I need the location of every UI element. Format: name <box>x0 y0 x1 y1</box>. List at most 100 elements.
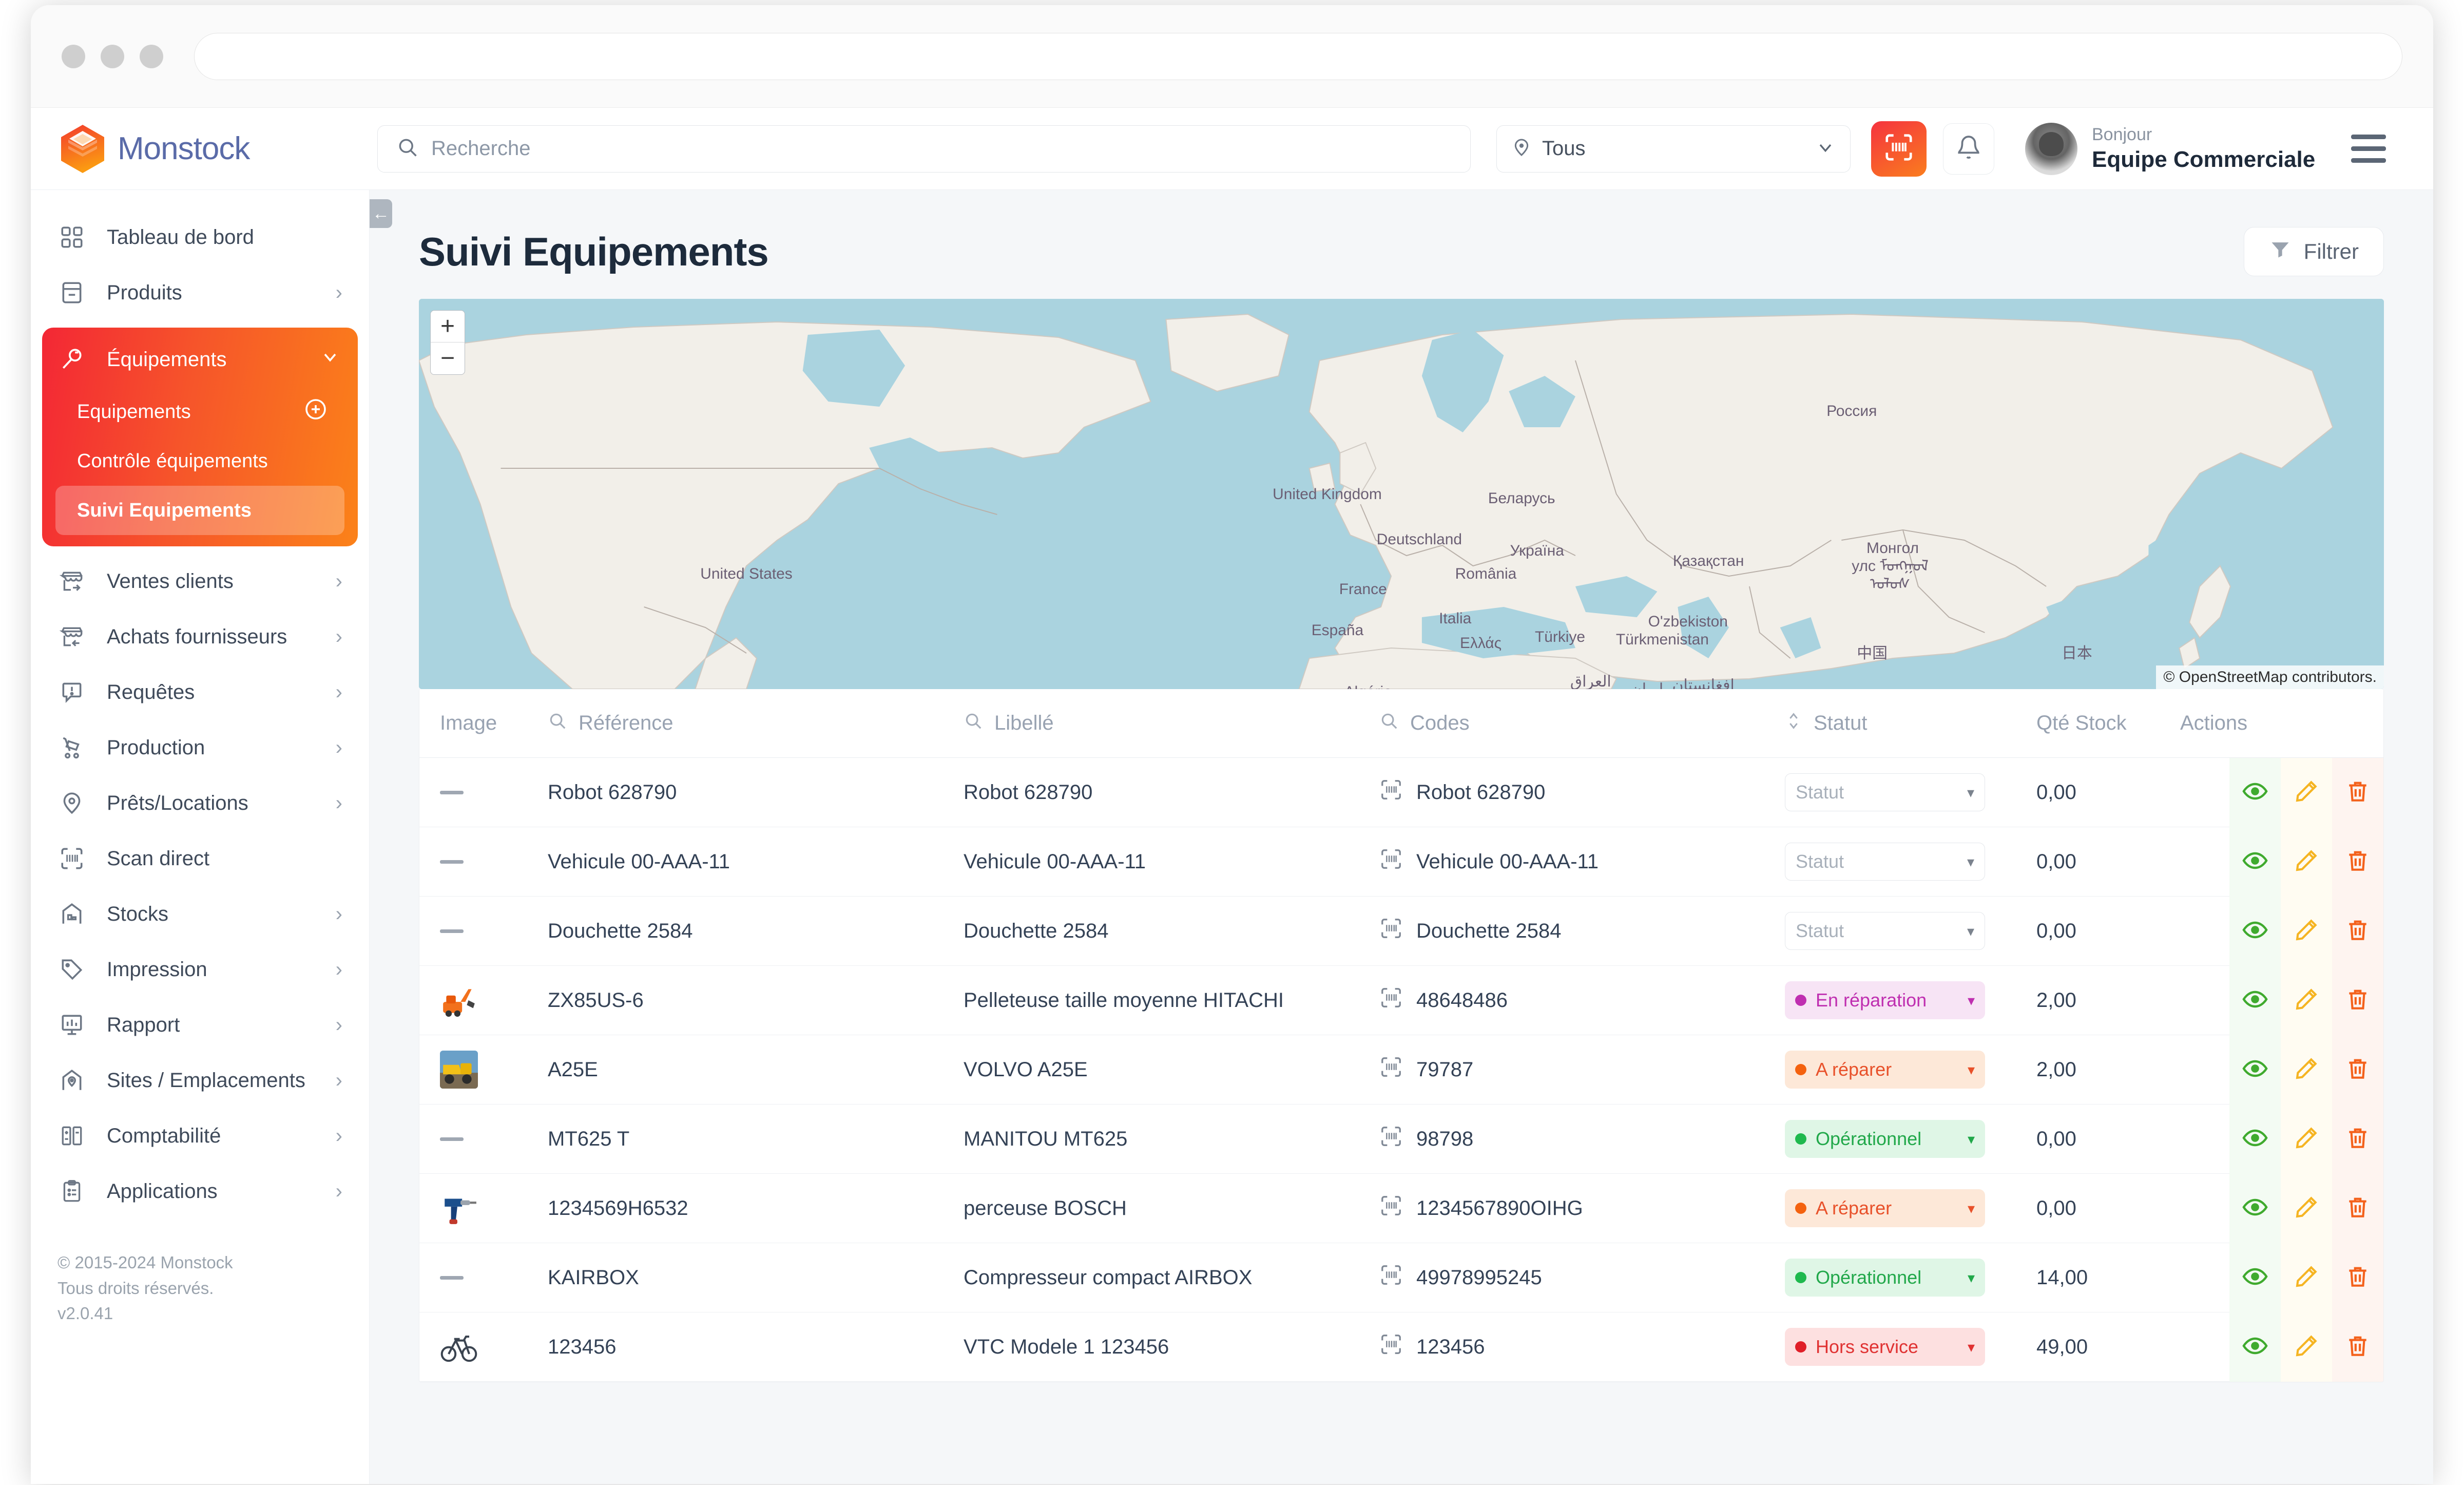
map-zoom-controls[interactable]: + − <box>430 310 465 375</box>
url-bar[interactable] <box>194 32 2402 80</box>
edit-button[interactable] <box>2281 1035 2332 1105</box>
chevron-right-icon: › <box>335 569 342 593</box>
delete-button[interactable] <box>2332 1243 2383 1312</box>
delete-button[interactable] <box>2332 1104 2383 1174</box>
user-profile[interactable]: Bonjour Equipe Commerciale <box>2025 122 2315 175</box>
sidebar-collapse-button[interactable]: ← <box>370 199 392 228</box>
status-dropdown[interactable]: Opérationnel ▾ <box>1785 1259 1985 1297</box>
column-header-codes[interactable]: Codes <box>1379 711 1785 736</box>
column-header-qte-stock: Qté Stock <box>2036 712 2180 735</box>
sidebar-item-requetes[interactable]: Requêtes › <box>31 664 369 720</box>
view-button[interactable] <box>2229 965 2281 1035</box>
table-body: Robot 628790 Robot 628790 Robot 628790 Stat… <box>419 757 2383 1382</box>
map-zoom-out-button[interactable]: − <box>431 342 465 374</box>
pencil-icon <box>2294 1194 2319 1223</box>
sidebar-item-ventes-clients[interactable]: Ventes clients › <box>31 554 369 609</box>
view-button[interactable] <box>2229 1173 2281 1243</box>
close-dot[interactable] <box>62 44 85 68</box>
notifications-button[interactable] <box>1943 123 1994 175</box>
sidebar-item-achats-fournisseurs[interactable]: Achats fournisseurs › <box>31 609 369 664</box>
status-dropdown[interactable]: A réparer ▾ <box>1785 1189 1985 1227</box>
cell-statut: A réparer ▾ <box>1785 1051 2036 1089</box>
delete-button[interactable] <box>2332 965 2383 1035</box>
table-row[interactable]: MT625 T MANITOU MT625 98798 Opérationnel ▾ 0,… <box>419 1104 2383 1174</box>
map-attribution[interactable]: © OpenStreetMap contributors. <box>2156 665 2384 689</box>
delete-button[interactable] <box>2332 896 2383 966</box>
map-zoom-in-button[interactable]: + <box>431 311 465 342</box>
status-dropdown[interactable]: Statut ▾ <box>1785 912 1985 950</box>
sidebar-item-rapport[interactable]: Rapport › <box>31 997 369 1053</box>
edit-button[interactable] <box>2281 757 2332 827</box>
cell-reference: A25E <box>548 1058 598 1081</box>
sidebar-item-tableau-de-bord[interactable]: Tableau de bord <box>31 210 369 265</box>
edit-button[interactable] <box>2281 896 2332 966</box>
edit-button[interactable] <box>2281 827 2332 897</box>
column-header-reference[interactable]: Référence <box>548 711 964 736</box>
sidebar-item-scan-direct[interactable]: Scan direct <box>31 831 369 886</box>
status-dropdown[interactable]: En réparation ▾ <box>1785 981 1985 1019</box>
sidebar-subitem-controle-equipements[interactable]: Contrôle équipements <box>55 436 344 486</box>
filter-button[interactable]: Filtrer <box>2243 227 2384 276</box>
edit-button[interactable] <box>2281 1312 2332 1382</box>
view-button[interactable] <box>2229 1312 2281 1382</box>
maximize-dot[interactable] <box>140 44 163 68</box>
table-row[interactable]: ZX85US-6 Pelleteuse taille moyenne HITACH… <box>419 965 2383 1035</box>
delete-button[interactable] <box>2332 1173 2383 1243</box>
plus-circle-icon[interactable] <box>303 397 328 427</box>
edit-button[interactable] <box>2281 1173 2332 1243</box>
sidebar-item-sites-emplacements[interactable]: Sites / Emplacements › <box>31 1053 369 1108</box>
status-dropdown[interactable]: A réparer ▾ <box>1785 1051 1985 1089</box>
sidebar-subitem-suivi-equipements[interactable]: Suivi Equipements <box>55 486 344 535</box>
status-dropdown[interactable]: Hors service ▾ <box>1785 1328 1985 1366</box>
table-row[interactable]: Douchette 2584 Douchette 2584 Douchette 25… <box>419 896 2383 966</box>
column-label: Statut <box>1814 712 1868 734</box>
site-select[interactable]: Tous <box>1496 125 1851 173</box>
column-header-statut[interactable]: Statut <box>1785 711 2036 736</box>
trash-icon <box>2345 1194 2371 1223</box>
equipment-map[interactable]: United States United Kingdom Deutschland Fr… <box>419 299 2384 689</box>
delete-button[interactable] <box>2332 757 2383 827</box>
view-button[interactable] <box>2229 896 2281 966</box>
sidebar-item-stocks[interactable]: Stocks › <box>31 886 369 942</box>
equipment-thumbnail <box>440 1189 478 1227</box>
view-button[interactable] <box>2229 1243 2281 1312</box>
delete-button[interactable] <box>2332 827 2383 897</box>
sidebar-item-production[interactable]: Production › <box>31 720 369 775</box>
table-row[interactable]: Robot 628790 Robot 628790 Robot 628790 Stat… <box>419 757 2383 827</box>
edit-button[interactable] <box>2281 1243 2332 1312</box>
minimize-dot[interactable] <box>101 44 124 68</box>
sidebar-group-header-equipements[interactable]: Équipements <box>42 332 358 387</box>
accounting-icon <box>57 1121 86 1150</box>
brand-logo[interactable]: Monstock <box>59 124 367 174</box>
trash-icon <box>2345 778 2371 807</box>
search-input[interactable]: Recherche <box>377 125 1471 173</box>
table-row[interactable]: 123456 VTC Modele 1 123456 123456 Hors serv… <box>419 1312 2383 1382</box>
sidebar-item-applications[interactable]: Applications › <box>31 1164 369 1219</box>
view-button[interactable] <box>2229 827 2281 897</box>
view-button[interactable] <box>2229 1035 2281 1105</box>
table-row[interactable]: KAIRBOX Compresseur compact AIRBOX 4997899… <box>419 1243 2383 1312</box>
status-dropdown[interactable]: Statut ▾ <box>1785 843 1985 881</box>
edit-button[interactable] <box>2281 1104 2332 1174</box>
hamburger-menu-icon[interactable] <box>2351 135 2386 163</box>
no-image-placeholder <box>440 790 464 794</box>
view-button[interactable] <box>2229 757 2281 827</box>
view-button[interactable] <box>2229 1104 2281 1174</box>
table-row[interactable]: 1234569H6532 perceuse BOSCH 1234567890OIHG… <box>419 1173 2383 1243</box>
chevron-right-icon: › <box>335 1013 342 1036</box>
table-row[interactable]: Vehicule 00-AAA-11 Vehicule 00-AAA-11 Vehi… <box>419 827 2383 897</box>
sidebar-item-comptabilite[interactable]: Comptabilité › <box>31 1108 369 1164</box>
sidebar-item-produits[interactable]: Produits › <box>31 265 369 320</box>
edit-button[interactable] <box>2281 965 2332 1035</box>
delete-button[interactable] <box>2332 1312 2383 1382</box>
sidebar-subitem-equipements[interactable]: Equipements <box>55 387 344 436</box>
scan-button[interactable] <box>1871 121 1927 177</box>
sidebar-item-impression[interactable]: Impression › <box>31 942 369 997</box>
table-row[interactable]: A25E VOLVO A25E 79787 A réparer ▾ 2,00 <box>419 1035 2383 1105</box>
barcode-scan-icon <box>1379 1194 1403 1223</box>
sidebar-item-prets-locations[interactable]: Prêts/Locations › <box>31 775 369 831</box>
delete-button[interactable] <box>2332 1035 2383 1105</box>
status-dropdown[interactable]: Opérationnel ▾ <box>1785 1120 1985 1158</box>
column-header-libelle[interactable]: Libellé <box>964 711 1379 736</box>
status-dropdown[interactable]: Statut ▾ <box>1785 773 1985 811</box>
